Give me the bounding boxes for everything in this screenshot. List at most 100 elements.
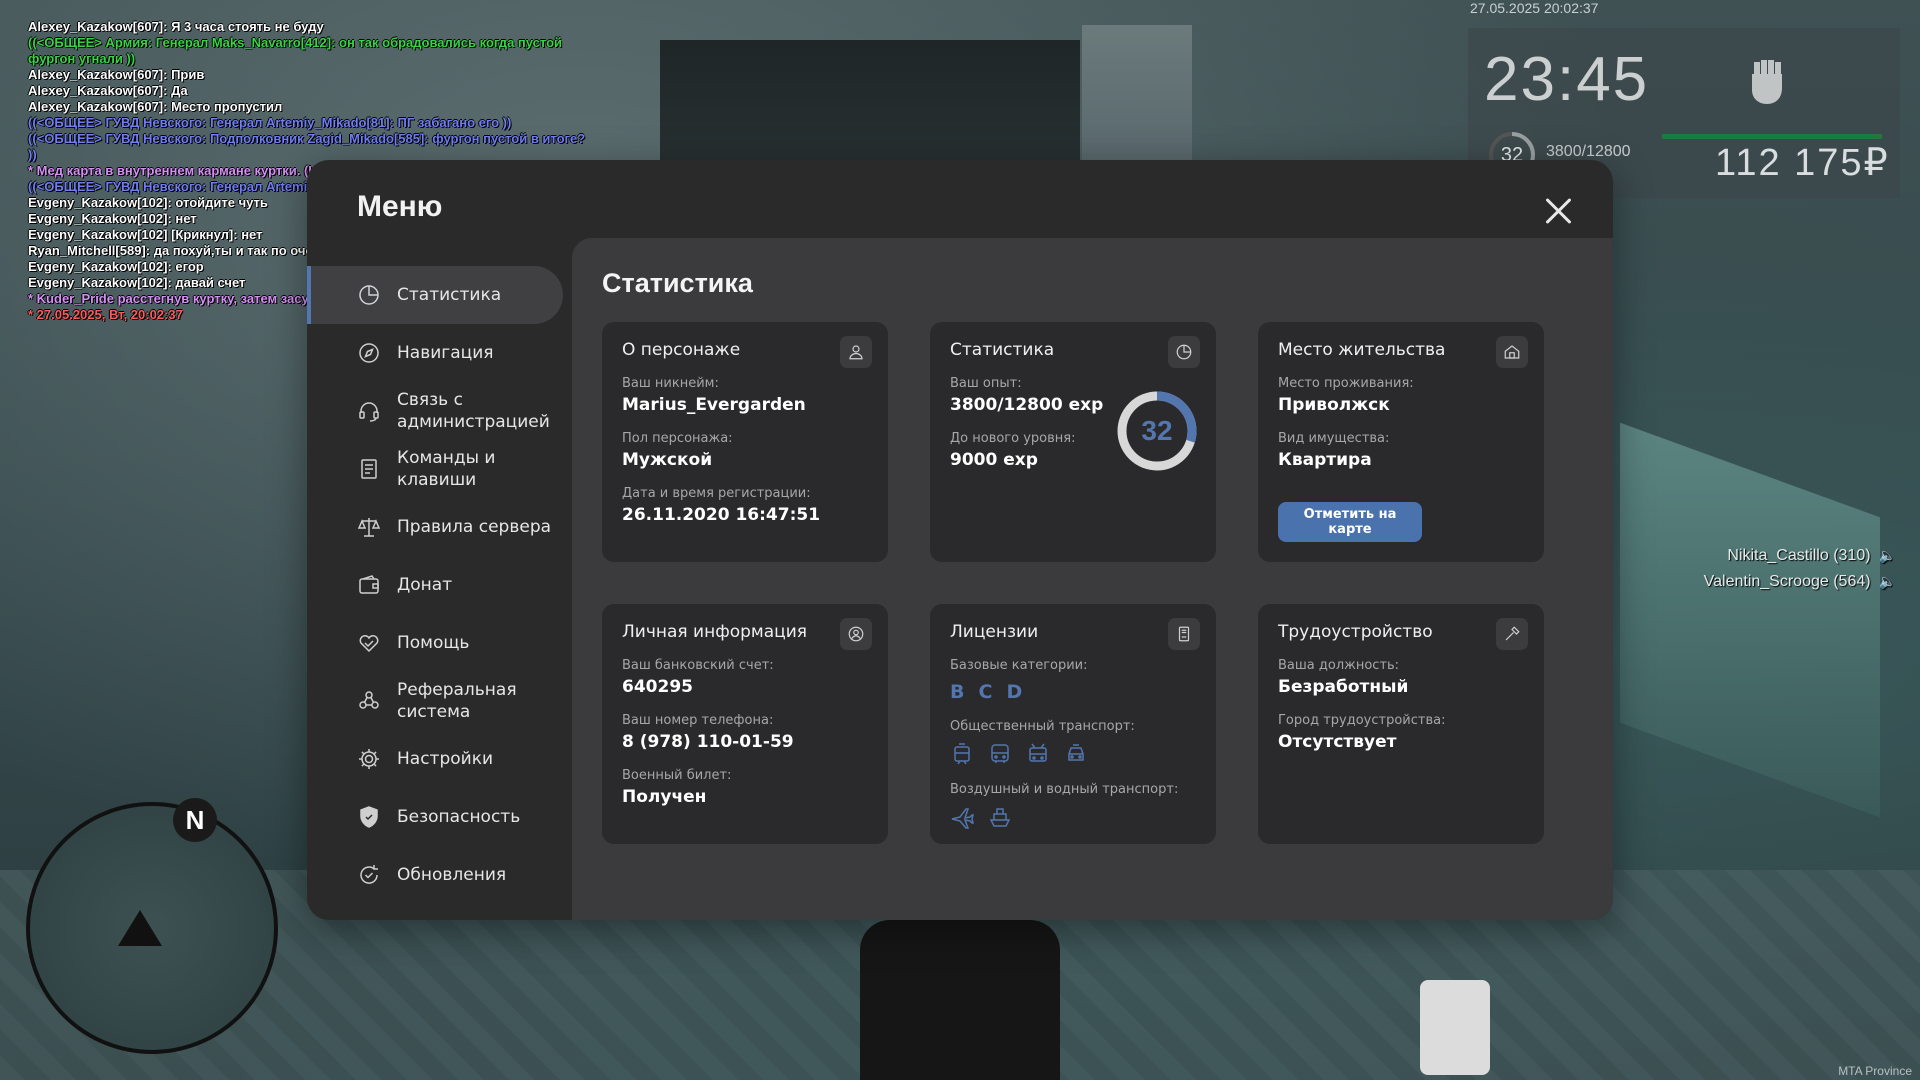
menu-modal: Меню Статистика Навигация Связь с админи… [307, 160, 1613, 920]
sidebar-item-donate[interactable]: Донат [307, 556, 567, 614]
hud-clock: 23:45 [1484, 45, 1650, 114]
air-water-transport-licenses [950, 805, 1196, 829]
field-label: Общественный транспорт: [950, 719, 1135, 734]
sidebar-item-referral[interactable]: Реферальная система [307, 672, 567, 730]
level-number: 32 [1141, 415, 1173, 446]
license-categories: B C D [950, 681, 1196, 703]
compass-icon [357, 341, 381, 365]
position-value: Безработный [1278, 677, 1409, 697]
hud-health-bar [1662, 134, 1882, 139]
taxi-icon [1068, 744, 1084, 761]
field-label: Вид имущества: [1278, 431, 1390, 446]
bus-icon [991, 744, 1009, 763]
voice-item: Nikita_Castillo (310) 🔈 [1727, 547, 1896, 564]
card-title: Личная информация [622, 622, 808, 642]
player-character [860, 920, 1060, 1080]
license-card-icon [1168, 618, 1200, 650]
license-category: D [1006, 681, 1023, 703]
chat-line: ((<ОБЩЕЕ> Армия: Генерал Maks_Navarro[41… [28, 35, 563, 66]
house-icon [1496, 336, 1528, 368]
scales-icon [357, 515, 381, 539]
property-type-value: Квартира [1278, 450, 1372, 470]
voice-list: Nikita_Castillo (310) 🔈 Valentin_Scrooge … [1704, 542, 1896, 594]
menu-sidebar: Статистика Навигация Связь с администрац… [307, 266, 567, 904]
sidebar-item-commands[interactable]: Команды и клавиши [307, 440, 567, 498]
mark-on-map-button[interactable]: Отметить на карте [1278, 502, 1422, 542]
people-icon [357, 689, 381, 713]
gender-value: Мужской [622, 450, 713, 470]
field-label: Место проживания: [1278, 376, 1414, 391]
field-label: Город трудоустройства: [1278, 713, 1446, 728]
hud-datetime: 27.05.2025 20:02:37 [1470, 0, 1599, 16]
sidebar-item-security[interactable]: Безопасность [307, 788, 567, 846]
field-label: Пол персонажа: [622, 431, 733, 446]
sidebar-item-admin-contact[interactable]: Связь с администрацией [307, 382, 567, 440]
chat-line: Alexey_Kazakow[607]: Место пропустил [28, 99, 283, 114]
card-character: О персонаже Ваш никнейм: Marius_Evergard… [602, 322, 888, 562]
close-button[interactable] [1541, 194, 1575, 228]
hammer-icon [1496, 618, 1528, 650]
wallet-icon [357, 573, 381, 597]
chat-line: Alexey_Kazakow[607]: Да [28, 83, 188, 98]
page-title: Статистика [602, 268, 753, 298]
card-employment: Трудоустройство Ваша должность: Безработ… [1258, 604, 1544, 844]
tram-icon [954, 743, 970, 765]
field-label: Ваш номер телефона: [622, 713, 774, 728]
gear-icon [357, 747, 381, 771]
field-label: Ваш никнейм: [622, 376, 719, 391]
pie-chart-icon [357, 283, 381, 307]
menu-content: Статистика О персонаже Ваш никнейм: Mari… [572, 238, 1613, 920]
bank-account-value: 640295 [622, 677, 693, 697]
license-category: B [950, 681, 965, 703]
chat-line: Alexey_Kazakow[607]: Я 3 часа стоять не … [28, 19, 324, 34]
license-category: C [978, 681, 993, 703]
phone-value: 8 (978) 110-01-59 [622, 732, 794, 752]
user-icon [840, 336, 872, 368]
card-licenses: Лицензии Базовые категории: B C D Общест… [930, 604, 1216, 844]
radar-north-marker: N [173, 798, 217, 842]
chat-line: ((<ОБЩЕЕ> ГУВД Невского: Подполковник Za… [28, 131, 586, 162]
boat-icon [989, 808, 1011, 827]
card-title: Статистика [950, 340, 1055, 360]
background-mug [1420, 980, 1490, 1075]
trolleybus-icon [1029, 743, 1047, 762]
background-bed [1620, 422, 1880, 818]
field-label: Воздушный и водный транспорт: [950, 782, 1179, 797]
sidebar-item-statistics[interactable]: Статистика [307, 266, 563, 324]
voice-item: Valentin_Scrooge (564) 🔈 [1703, 573, 1896, 590]
refresh-check-icon [357, 863, 381, 887]
card-title: Лицензии [950, 622, 1039, 642]
pie-chart-icon [1168, 336, 1200, 368]
hud-exp: 3800/12800 [1546, 143, 1631, 160]
sidebar-item-rules[interactable]: Правила сервера [307, 498, 567, 556]
shield-icon [357, 805, 381, 829]
fist-icon [1738, 52, 1798, 112]
sidebar-item-navigation[interactable]: Навигация [307, 324, 567, 382]
sidebar-item-updates[interactable]: Обновления [307, 846, 567, 904]
document-icon [357, 457, 381, 481]
job-city-value: Отсутствует [1278, 732, 1397, 752]
user-circle-icon [840, 618, 872, 650]
residence-value: Приволжск [1278, 395, 1390, 415]
card-title: Место жительства [1278, 340, 1446, 360]
public-transport-licenses [950, 742, 1196, 766]
field-label: Ваш банковский счет: [622, 658, 774, 673]
military-id-value: Получен [622, 787, 707, 807]
plane-icon [951, 808, 974, 829]
field-label: Базовые категории: [950, 658, 1088, 673]
card-residence: Место жительства Место проживания: Приво… [1258, 322, 1544, 562]
card-title: Трудоустройство [1278, 622, 1433, 642]
speaker-icon: 🔈 [1878, 547, 1896, 563]
speaker-icon: 🔈 [1878, 573, 1896, 589]
watermark: MTA Province [1838, 1064, 1912, 1078]
registration-value: 26.11.2020 16:47:51 [622, 505, 821, 525]
field-label: Военный билет: [622, 768, 732, 783]
nickname-value: Marius_Evergarden [622, 395, 806, 415]
headset-icon [357, 399, 381, 423]
sidebar-item-settings[interactable]: Настройки [307, 730, 567, 788]
sidebar-item-help[interactable]: Помощь [307, 614, 567, 672]
chat-line: Alexey_Kazakow[607]: Прив [28, 67, 205, 82]
chat-line: ((<ОБЩЕЕ> ГУВД Невского: Генерал Artemiy… [28, 115, 512, 130]
card-title: О персонаже [622, 340, 741, 360]
radar-player-arrow [118, 910, 162, 946]
